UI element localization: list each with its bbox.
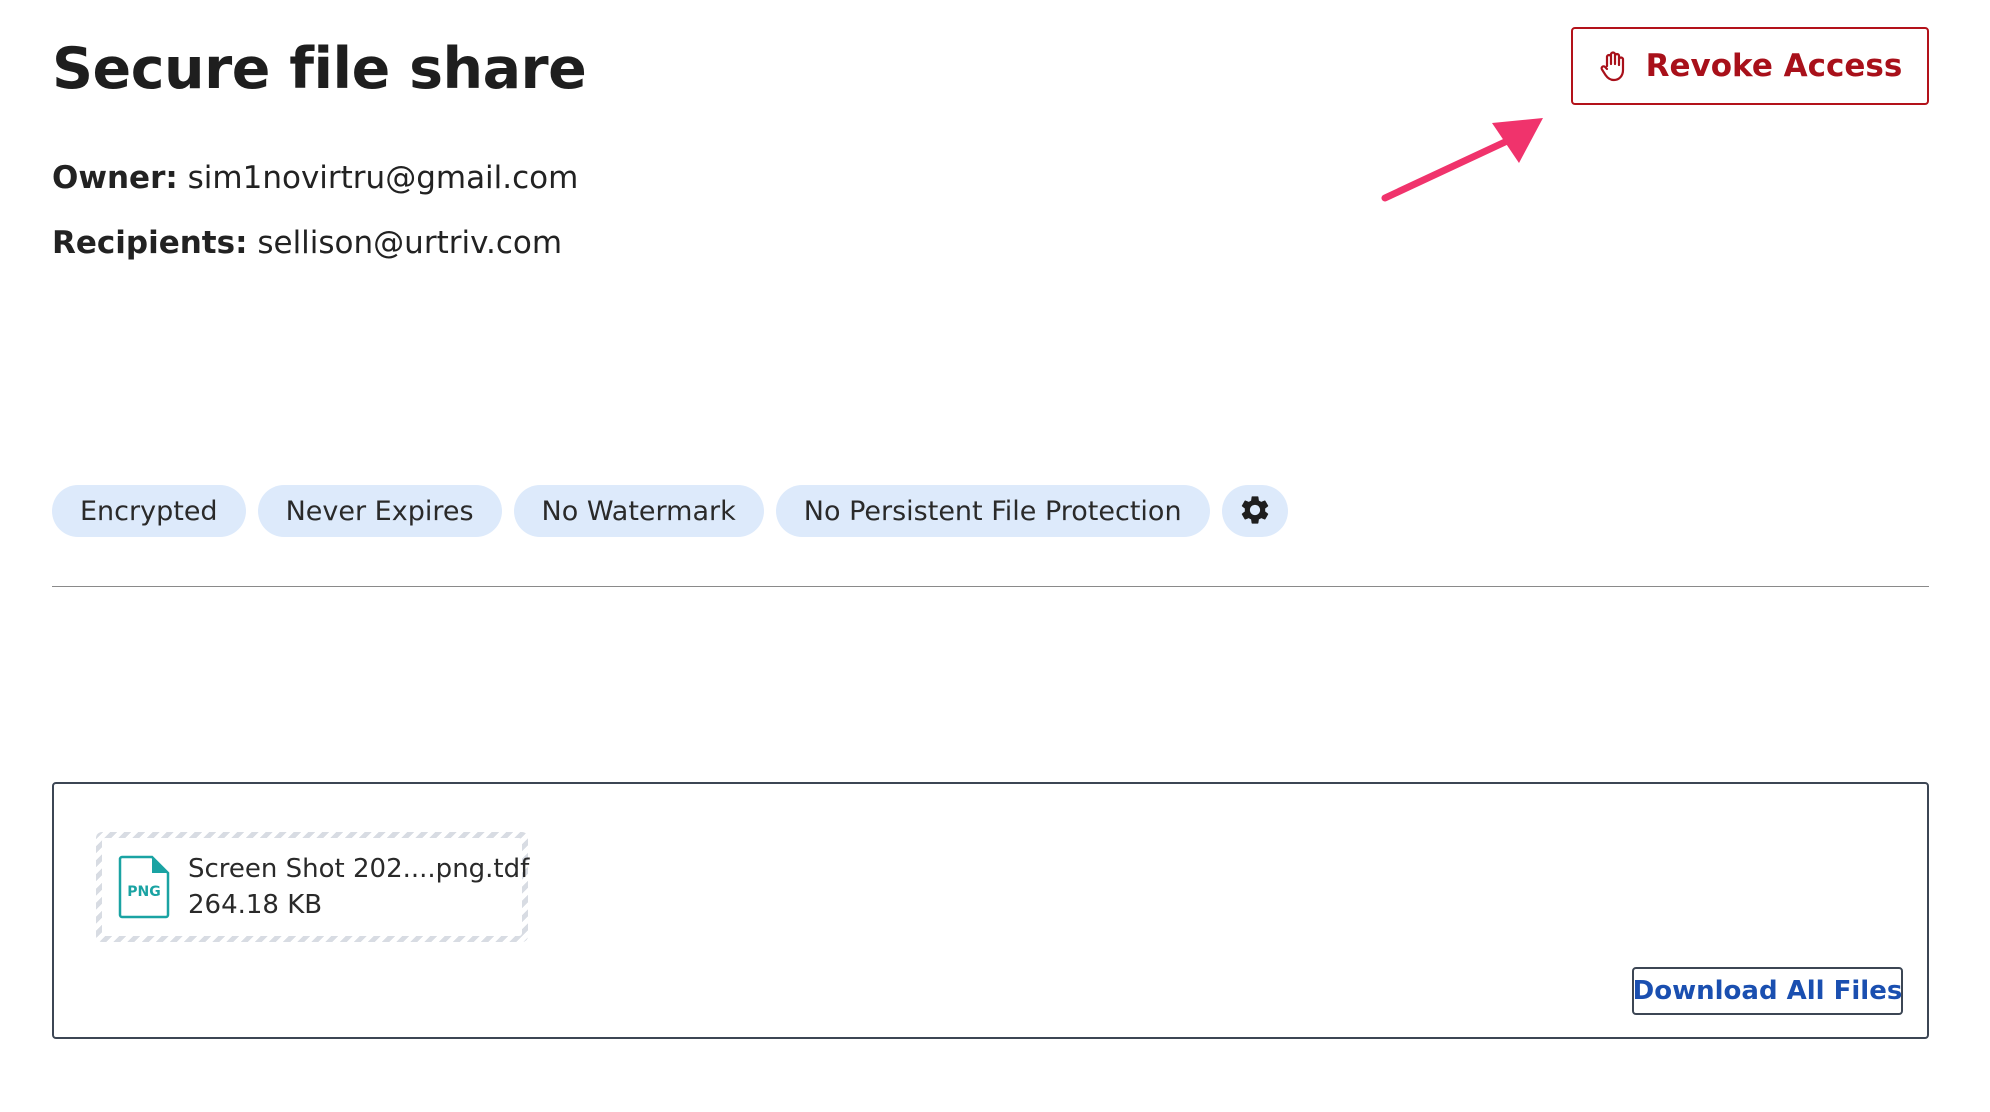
tag-never-expires: Never Expires <box>257 485 502 537</box>
recipients-label: Recipients: <box>52 225 248 261</box>
file-name: Screen Shot 202....png.tdf <box>188 854 530 884</box>
owner-email: sim1novirtru@gmail.com <box>187 160 579 196</box>
security-tags: Encrypted Never Expires No Watermark No … <box>52 485 1288 537</box>
owner-line: Owner: sim1novirtru@gmail.com <box>52 160 578 196</box>
download-all-files-button[interactable]: Download All Files <box>1632 967 1903 1015</box>
hand-stop-icon <box>1598 50 1628 82</box>
file-card[interactable]: PNG Screen Shot 202....png.tdf 264.18 KB <box>96 832 529 942</box>
tag-no-persistent-file-protection: No Persistent File Protection <box>775 485 1210 537</box>
file-size: 264.18 KB <box>188 890 323 920</box>
settings-button[interactable] <box>1221 485 1288 537</box>
files-panel: PNG Screen Shot 202....png.tdf 264.18 KB… <box>52 782 1929 1039</box>
page-title: Secure file share <box>52 36 587 102</box>
recipients-email: sellison@urtriv.com <box>257 225 563 261</box>
annotation-arrow <box>1381 118 1543 202</box>
tag-encrypted: Encrypted <box>52 485 246 537</box>
owner-label: Owner: <box>52 160 178 196</box>
revoke-access-label: Revoke Access <box>1645 48 1903 84</box>
recipients-line: Recipients: sellison@urtriv.com <box>52 225 562 261</box>
tag-no-watermark: No Watermark <box>513 485 764 537</box>
gear-icon <box>1238 493 1272 530</box>
section-divider <box>52 586 1929 587</box>
revoke-access-button[interactable]: Revoke Access <box>1571 27 1929 105</box>
file-type-badge: PNG <box>127 884 160 900</box>
file-details: Screen Shot 202....png.tdf 264.18 KB <box>188 851 529 923</box>
file-card-content: PNG Screen Shot 202....png.tdf 264.18 KB <box>102 838 529 936</box>
png-file-icon: PNG <box>118 855 170 919</box>
